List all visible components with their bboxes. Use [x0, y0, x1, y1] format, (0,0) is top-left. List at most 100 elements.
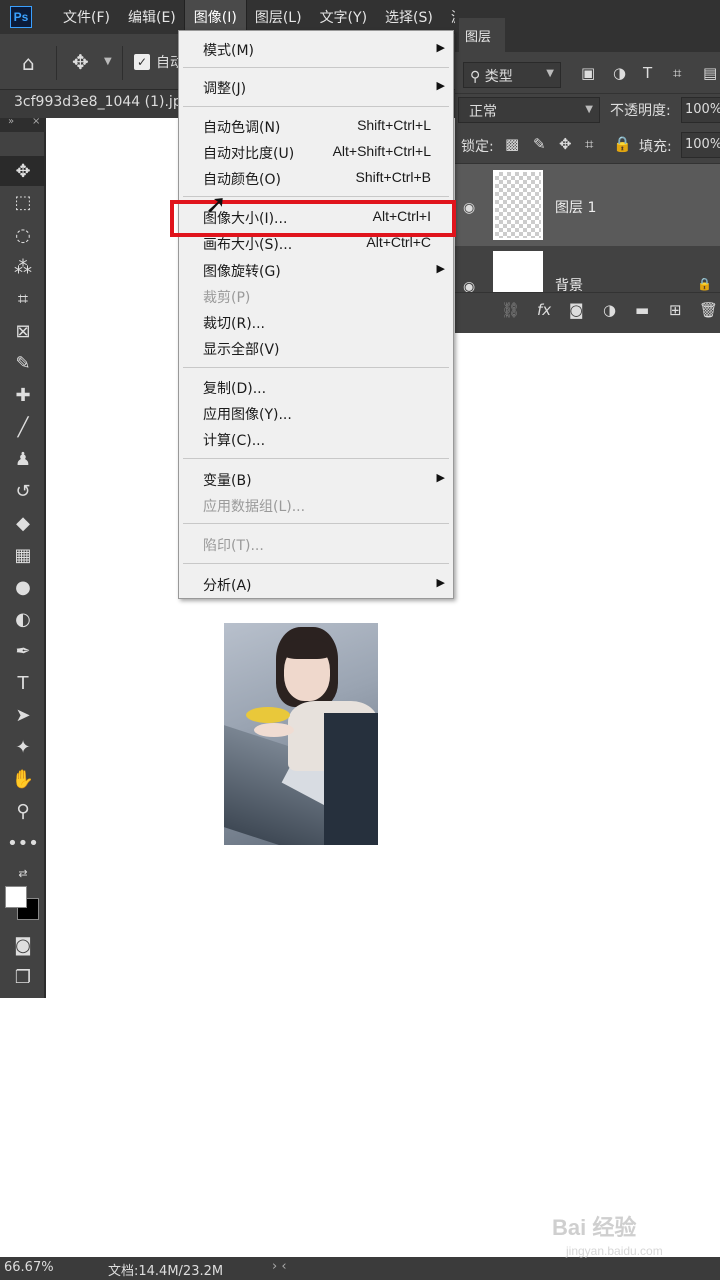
- menu-item-mode[interactable]: 模式(M) ▶: [179, 37, 453, 61]
- eye-icon[interactable]: ◉: [463, 279, 475, 292]
- lock-icon: 🔒: [697, 277, 712, 291]
- lasso-tool-icon[interactable]: ◌: [0, 220, 46, 250]
- layer-thumbnail: [493, 170, 543, 240]
- fill-input[interactable]: 100%: [681, 132, 720, 158]
- close-icon[interactable]: ×: [32, 116, 40, 127]
- eye-icon[interactable]: ◉: [463, 200, 475, 216]
- layer-thumbnail: [493, 251, 543, 292]
- home-icon[interactable]: ⌂: [22, 51, 35, 75]
- menu-item-variables[interactable]: 变量(B) ▶: [179, 467, 453, 491]
- search-icon: ⚲: [470, 69, 485, 85]
- move-tool-icon[interactable]: ✥: [72, 50, 89, 74]
- eraser-icon[interactable]: ◆: [0, 508, 46, 538]
- menu-item-reveal-all[interactable]: 显示全部(V): [179, 336, 453, 360]
- shape-filter-icon[interactable]: ⌗: [673, 64, 681, 82]
- menu-item-calculations[interactable]: 计算(C)...: [179, 427, 453, 451]
- menu-file[interactable]: 文件(F): [54, 0, 119, 34]
- lock-all-icon[interactable]: 🔒: [613, 135, 632, 153]
- menu-image[interactable]: 图像(I): [183, 0, 247, 35]
- menu-item-trim[interactable]: 裁切(R)...: [179, 310, 453, 334]
- menu-item-apply-data-set: 应用数据组(L)...: [203, 499, 306, 515]
- foreground-color-swatch[interactable]: [5, 886, 27, 908]
- new-layer-icon[interactable]: ⊞: [669, 301, 682, 319]
- move-tool-icon[interactable]: ✥: [0, 156, 46, 186]
- lock-transparency-icon[interactable]: ▩: [505, 135, 519, 153]
- tab-layers[interactable]: 图层: [459, 18, 505, 52]
- submenu-arrow-icon: ▶: [436, 262, 445, 275]
- fill-label: 填充:: [639, 139, 672, 155]
- submenu-arrow-icon: ▶: [436, 576, 445, 589]
- layer-row-background[interactable]: ◉ 背景 🔒: [455, 247, 720, 292]
- stamp-tool-icon[interactable]: ♟: [0, 444, 46, 474]
- chevron-down-icon[interactable]: ▼: [104, 56, 112, 67]
- eyedropper-icon[interactable]: ✎: [0, 348, 46, 378]
- quick-mask-icon[interactable]: ◙: [0, 930, 46, 960]
- collapse-icon[interactable]: »: [8, 116, 14, 127]
- tools-panel: ✥ ⬚ ◌ ⁂ ⌗ ⊠ ✎ ✚ ╱ ♟ ↺ ◆ ▦ ● ◐ ✒ T ➤ ✦ ✋ …: [0, 132, 46, 998]
- brush-tool-icon[interactable]: ╱: [0, 412, 46, 442]
- options-divider: [56, 46, 57, 80]
- more-tools-icon[interactable]: •••: [0, 828, 46, 858]
- chevron-down-icon: ▼: [546, 68, 554, 79]
- menu-item-auto-contrast[interactable]: 自动对比度(U) Alt+Shift+Ctrl+L: [179, 140, 453, 164]
- layers-panel: 图层 ⚲ 类型 ▼ ▣ ◑ T ⌗ ▤ 正常 ▼ 不透明度: 100% 锁定: …: [455, 0, 720, 333]
- menu-item-apply-image[interactable]: 应用图像(Y)...: [179, 401, 453, 425]
- adjustment-layer-icon[interactable]: ◑: [603, 301, 616, 319]
- menu-item-auto-tone[interactable]: 自动色调(N) Shift+Ctrl+L: [179, 114, 453, 138]
- fx-icon[interactable]: fx: [537, 301, 551, 319]
- adjustment-filter-icon[interactable]: ◑: [613, 64, 626, 82]
- blend-mode-value: 正常: [469, 104, 497, 120]
- lock-position-icon[interactable]: ✥: [559, 135, 572, 153]
- zoom-level[interactable]: 66.67%: [4, 1260, 54, 1275]
- layer-filter-select[interactable]: ⚲ 类型 ▼: [463, 62, 561, 88]
- swap-colors-icon[interactable]: ⇄: [0, 858, 46, 888]
- options-divider: [122, 46, 123, 80]
- menu-item-adjustments[interactable]: 调整(J) ▶: [179, 75, 453, 99]
- shape-tool-icon[interactable]: ✦: [0, 732, 46, 762]
- frame-tool-icon[interactable]: ⊠: [0, 316, 46, 346]
- screen-mode-icon[interactable]: ❐: [0, 962, 46, 992]
- layer-row-layer1[interactable]: ◉ 图层 1: [455, 164, 720, 246]
- lock-artboard-icon[interactable]: ⌗: [585, 135, 593, 153]
- opacity-input[interactable]: 100%: [681, 97, 720, 123]
- blur-tool-icon[interactable]: ●: [0, 572, 46, 602]
- zoom-tool-icon[interactable]: ⚲: [0, 796, 46, 826]
- blend-mode-select[interactable]: 正常 ▼: [458, 97, 600, 123]
- magic-wand-icon[interactable]: ⁂: [0, 252, 46, 282]
- menu-select[interactable]: 选择(S): [376, 0, 442, 34]
- crop-tool-icon[interactable]: ⌗: [0, 284, 46, 314]
- menu-edit[interactable]: 编辑(E): [119, 0, 185, 34]
- type-filter-icon[interactable]: T: [643, 64, 652, 82]
- menu-item-image-rotation[interactable]: 图像旋转(G) ▶: [179, 258, 453, 282]
- history-brush-icon[interactable]: ↺: [0, 476, 46, 506]
- document-info: 文档:14.4M/23.2M: [108, 1264, 224, 1279]
- healing-brush-icon[interactable]: ✚: [0, 380, 46, 410]
- menu-item-analysis[interactable]: 分析(A) ▶: [179, 572, 453, 596]
- path-select-icon[interactable]: ➤: [0, 700, 46, 730]
- type-tool-icon[interactable]: T: [0, 668, 46, 698]
- gradient-tool-icon[interactable]: ▦: [0, 540, 46, 570]
- smart-object-filter-icon[interactable]: ▤: [703, 64, 717, 82]
- image-filter-icon[interactable]: ▣: [581, 64, 595, 82]
- status-nav-arrows[interactable]: › ‹: [272, 1259, 287, 1274]
- menu-item-auto-color[interactable]: 自动颜色(O) Shift+Ctrl+B: [179, 166, 453, 190]
- add-mask-icon[interactable]: ◙: [569, 301, 584, 319]
- link-icon[interactable]: ⛓: [501, 301, 520, 319]
- menu-item-duplicate[interactable]: 复制(D)...: [179, 375, 453, 399]
- chevron-down-icon: ▼: [585, 104, 593, 115]
- layers-tab-bar: 图层: [455, 0, 720, 52]
- pen-tool-icon[interactable]: ✒: [0, 636, 46, 666]
- lock-pixels-icon[interactable]: ✎: [533, 135, 546, 153]
- menu-layer[interactable]: 图层(L): [246, 0, 311, 34]
- marquee-tool-icon[interactable]: ⬚: [0, 187, 46, 217]
- hand-tool-icon[interactable]: ✋: [0, 764, 46, 794]
- lock-label: 锁定:: [461, 139, 494, 155]
- layer-name: 图层 1: [555, 200, 597, 216]
- auto-select-checkbox[interactable]: ✓: [134, 54, 150, 70]
- folder-icon[interactable]: ▬: [635, 301, 649, 319]
- dodge-tool-icon[interactable]: ◐: [0, 604, 46, 634]
- menu-type[interactable]: 文字(Y): [311, 0, 376, 34]
- trash-icon[interactable]: 🗑: [699, 301, 718, 319]
- menu-item-crop: 裁剪(P): [203, 290, 251, 306]
- status-bar: 66.67% 文档:14.4M/23.2M › ‹: [0, 1257, 720, 1280]
